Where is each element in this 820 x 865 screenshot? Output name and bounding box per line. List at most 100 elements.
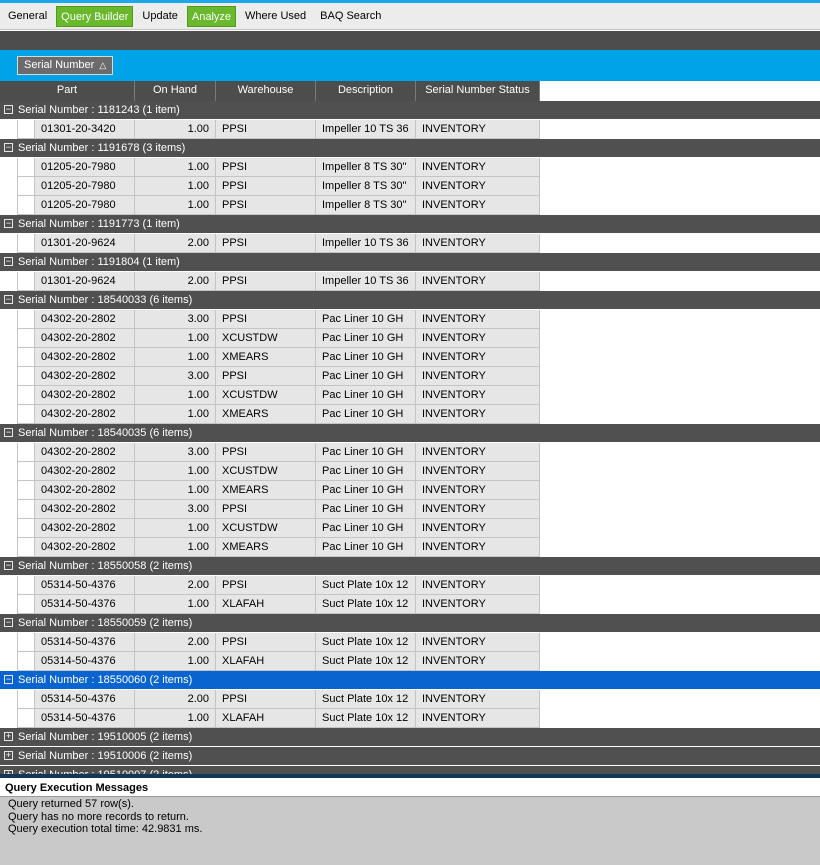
expand-icon[interactable]: +: [4, 732, 13, 741]
collapse-icon[interactable]: −: [4, 618, 13, 627]
table-row[interactable]: 01301-20-9624 2.00 PPSI Impeller 10 TS 36 IN…: [0, 272, 540, 291]
group-row[interactable]: − Serial Number : 18550058 (2 items): [0, 557, 820, 575]
cell-description: Pac Liner 10 GH: [316, 386, 416, 405]
group-row[interactable]: + Serial Number : 19510006 (2 items): [0, 747, 820, 765]
tab-general[interactable]: General: [3, 6, 52, 27]
table-row[interactable]: 05314-50-4376 1.00 XLAFAH Suct Plate 10x 12…: [0, 709, 540, 728]
table-row[interactable]: 04302-20-2802 1.00 XMEARS Pac Liner 10 GH IN…: [0, 481, 540, 500]
tab-baq-search[interactable]: BAQ Search: [315, 6, 386, 27]
collapse-icon[interactable]: −: [4, 143, 13, 152]
group-label: Serial Number : 18540035 (6 items): [18, 427, 193, 439]
row-selector[interactable]: [17, 633, 35, 652]
group-row[interactable]: + Serial Number : 19510005 (2 items): [0, 728, 820, 746]
collapse-icon[interactable]: −: [4, 105, 13, 114]
row-selector[interactable]: [17, 310, 35, 329]
row-selector[interactable]: [17, 690, 35, 709]
row-selector[interactable]: [17, 538, 35, 557]
table-row[interactable]: 05314-50-4376 1.00 XLAFAH Suct Plate 10x 12…: [0, 595, 540, 614]
table-row[interactable]: 05314-50-4376 1.00 XLAFAH Suct Plate 10x 12…: [0, 652, 540, 671]
cell-warehouse: PPSI: [216, 310, 316, 329]
row-selector[interactable]: [17, 329, 35, 348]
collapse-icon[interactable]: −: [4, 219, 13, 228]
row-selector[interactable]: [17, 272, 35, 291]
table-row[interactable]: 04302-20-2802 1.00 XCUSTDW Pac Liner 10 GH I…: [0, 386, 540, 405]
column-header-part[interactable]: Part: [0, 81, 135, 101]
row-selector[interactable]: [17, 481, 35, 500]
column-header-description[interactable]: Description: [316, 81, 416, 101]
group-by-serial-number-button[interactable]: Serial Number △: [17, 56, 114, 75]
collapse-icon[interactable]: −: [4, 295, 13, 304]
row-selector[interactable]: [17, 120, 35, 139]
expand-icon[interactable]: +: [4, 751, 13, 760]
group-row[interactable]: +Serial Number : 19510007 (2 items): [0, 766, 820, 774]
cell-part: 05314-50-4376: [35, 709, 135, 728]
tab-analyze[interactable]: Analyze: [186, 5, 237, 27]
cell-status: INVENTORY: [416, 310, 540, 329]
table-row[interactable]: 04302-20-2802 3.00 PPSI Pac Liner 10 GH INVE…: [0, 310, 540, 329]
column-header-on-hand[interactable]: On Hand: [135, 81, 216, 101]
group-row[interactable]: − Serial Number : 18550060 (2 items): [0, 671, 820, 689]
table-row[interactable]: 04302-20-2802 1.00 XMEARS Pac Liner 10 GH IN…: [0, 348, 540, 367]
table-row[interactable]: 04302-20-2802 3.00 PPSI Pac Liner 10 GH INVE…: [0, 500, 540, 519]
cell-warehouse: XCUSTDW: [216, 519, 316, 538]
row-selector[interactable]: [17, 519, 35, 538]
row-selector[interactable]: [17, 234, 35, 253]
collapse-icon[interactable]: −: [4, 428, 13, 437]
table-row[interactable]: 04302-20-2802 1.00 XMEARS Pac Liner 10 GH IN…: [0, 405, 540, 424]
table-row[interactable]: 01205-20-7980 1.00 PPSI Impeller 8 TS 30" IN…: [0, 158, 540, 177]
group-row[interactable]: − Serial Number : 1181243 (1 item): [0, 101, 820, 119]
cell-description: Pac Liner 10 GH: [316, 405, 416, 424]
table-row[interactable]: 04302-20-2802 1.00 XCUSTDW Pac Liner 10 GH I…: [0, 462, 540, 481]
column-header-status[interactable]: Serial Number Status: [416, 81, 540, 101]
row-selector[interactable]: [17, 405, 35, 424]
group-row[interactable]: − Serial Number : 1191804 (1 item): [0, 253, 820, 271]
table-row[interactable]: 01205-20-7980 1.00 PPSI Impeller 8 TS 30" IN…: [0, 196, 540, 215]
cell-warehouse: XLAFAH: [216, 709, 316, 728]
row-selector[interactable]: [17, 576, 35, 595]
cell-part: 04302-20-2802: [35, 481, 135, 500]
cell-on-hand: 1.00: [135, 709, 216, 728]
row-selector[interactable]: [17, 196, 35, 215]
results-grid: Part On Hand Warehouse Description Serial Nu…: [0, 81, 820, 774]
table-row[interactable]: 04302-20-2802 1.00 XMEARS Pac Liner 10 GH IN…: [0, 538, 540, 557]
column-header-warehouse[interactable]: Warehouse: [216, 81, 316, 101]
table-row[interactable]: 04302-20-2802 1.00 XCUSTDW Pac Liner 10 GH I…: [0, 329, 540, 348]
table-row[interactable]: 01301-20-9624 2.00 PPSI Impeller 10 TS 36 IN…: [0, 234, 540, 253]
row-selector[interactable]: [17, 652, 35, 671]
tab-query-builder[interactable]: Query Builder: [56, 5, 134, 27]
table-row[interactable]: 01205-20-7980 1.00 PPSI Impeller 8 TS 30" IN…: [0, 177, 540, 196]
group-row[interactable]: − Serial Number : 1191678 (3 items): [0, 139, 820, 157]
cell-status: INVENTORY: [416, 500, 540, 519]
cell-warehouse: XMEARS: [216, 348, 316, 367]
group-row[interactable]: − Serial Number : 18540033 (6 items): [0, 291, 820, 309]
row-selector[interactable]: [17, 158, 35, 177]
tab-where-used[interactable]: Where Used: [240, 6, 311, 27]
cell-status: INVENTORY: [416, 367, 540, 386]
table-row[interactable]: 04302-20-2802 1.00 XCUSTDW Pac Liner 10 GH I…: [0, 519, 540, 538]
row-selector[interactable]: [17, 386, 35, 405]
row-selector[interactable]: [17, 177, 35, 196]
collapse-icon[interactable]: −: [4, 561, 13, 570]
collapse-icon[interactable]: −: [4, 675, 13, 684]
group-row[interactable]: − Serial Number : 1191773 (1 item): [0, 215, 820, 233]
row-selector[interactable]: [17, 709, 35, 728]
cell-on-hand: 1.00: [135, 120, 216, 139]
group-row[interactable]: − Serial Number : 18540035 (6 items): [0, 424, 820, 442]
collapse-icon[interactable]: −: [4, 257, 13, 266]
table-row[interactable]: 04302-20-2802 3.00 PPSI Pac Liner 10 GH INVE…: [0, 443, 540, 462]
group-row[interactable]: − Serial Number : 18550059 (2 items): [0, 614, 820, 632]
row-selector[interactable]: [17, 500, 35, 519]
table-row[interactable]: 05314-50-4376 2.00 PPSI Suct Plate 10x 12 IN…: [0, 633, 540, 652]
row-selector[interactable]: [17, 443, 35, 462]
cell-part: 05314-50-4376: [35, 690, 135, 709]
table-row[interactable]: 01301-20-3420 1.00 PPSI Impeller 10 TS 36 IN…: [0, 120, 540, 139]
table-row[interactable]: 05314-50-4376 2.00 PPSI Suct Plate 10x 12 IN…: [0, 576, 540, 595]
row-selector[interactable]: [17, 595, 35, 614]
table-row[interactable]: 04302-20-2802 3.00 PPSI Pac Liner 10 GH INVE…: [0, 367, 540, 386]
tab-strip: General Query Builder Update Analyze Where U…: [0, 3, 820, 30]
tab-update[interactable]: Update: [137, 6, 182, 27]
row-selector[interactable]: [17, 367, 35, 386]
row-selector[interactable]: [17, 348, 35, 367]
row-selector[interactable]: [17, 462, 35, 481]
table-row[interactable]: 05314-50-4376 2.00 PPSI Suct Plate 10x 12 IN…: [0, 690, 540, 709]
